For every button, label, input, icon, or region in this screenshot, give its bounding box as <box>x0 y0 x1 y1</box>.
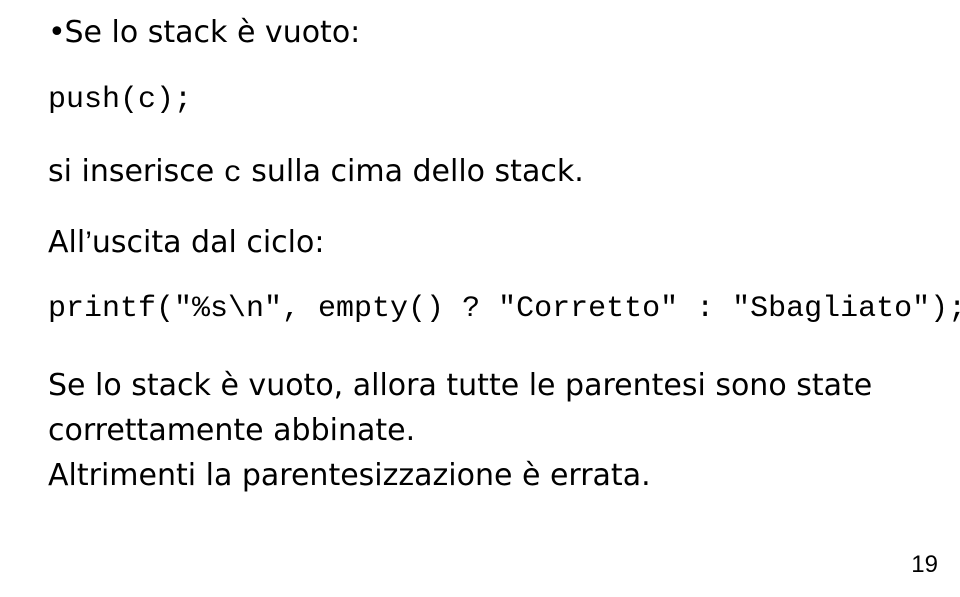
body-inserisce-code: c <box>224 157 242 191</box>
apostrophe: ’ <box>85 226 92 259</box>
body-inserisce-pre: si inserisce <box>48 154 224 189</box>
body-inserisce-post: sulla cima dello stack. <box>242 154 584 189</box>
body-paragraph-2: Se lo stack è vuoto, allora tutte le par… <box>48 363 912 498</box>
bullet-dot: • <box>48 14 65 52</box>
page-number: 19 <box>911 551 938 579</box>
bullet-item: •Se lo stack è vuoto: <box>48 14 912 52</box>
bullet-text: Se lo stack è vuoto: <box>65 15 361 50</box>
body-uscita-post: uscita dal ciclo: <box>92 225 325 260</box>
page: •Se lo stack è vuoto: push(c); si inseri… <box>0 0 960 597</box>
code-printf: printf("%s\n", empty() ? "Corretto" : "S… <box>48 291 912 329</box>
body-uscita-pre: All <box>48 225 85 260</box>
body-inserisce: si inserisce c sulla cima dello stack. <box>48 153 912 194</box>
body-uscita: All’uscita dal ciclo: <box>48 224 912 262</box>
code-push: push(c); <box>48 82 912 120</box>
